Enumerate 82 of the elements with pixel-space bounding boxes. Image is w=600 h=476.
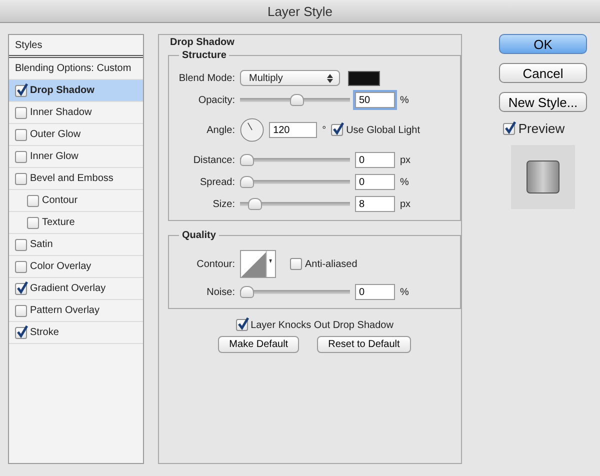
blend-mode-select[interactable]: Multiply [240, 70, 340, 86]
unit-label: % [400, 94, 410, 106]
checkbox[interactable] [15, 106, 27, 118]
default-button[interactable]: Make Default [218, 336, 300, 353]
number-field[interactable]: 0 [355, 152, 395, 168]
field-label: Contour: [196, 258, 235, 270]
angle-field[interactable]: 120 [269, 122, 318, 138]
field-label: Noise: [206, 286, 235, 298]
style-label: Stroke [30, 327, 59, 338]
field-label: Distance: [192, 154, 235, 166]
style-item[interactable]: Inner Shadow [9, 102, 143, 124]
checkbox-label: Layer Knocks Out Drop Shadow [250, 320, 394, 330]
style-item[interactable]: Bevel and Emboss [9, 168, 143, 190]
color-swatch[interactable] [348, 70, 380, 86]
checkbox-label: Preview [518, 121, 565, 136]
unit-label: px [400, 154, 412, 166]
field-label: Blend Mode: [178, 72, 235, 84]
style-item[interactable]: Inner Glow [9, 146, 143, 168]
dialog-button[interactable]: Cancel [499, 63, 587, 83]
unit-label: ° [322, 124, 326, 136]
style-item[interactable]: Satin [9, 234, 143, 256]
style-label: Drop Shadow [30, 85, 94, 96]
panel-header: Styles [9, 35, 143, 58]
group-title: Quality [179, 230, 219, 241]
checkbox[interactable] [290, 258, 302, 270]
checkbox[interactable] [503, 122, 516, 134]
style-label: Satin [30, 239, 53, 250]
slider-thumb[interactable] [248, 198, 262, 210]
style-item[interactable]: Pattern Overlay [9, 300, 143, 322]
checkbox[interactable] [27, 216, 39, 228]
unit-label: % [400, 176, 410, 188]
dialog-button[interactable]: OK [499, 34, 587, 54]
stepper-icon [327, 74, 333, 82]
number-field[interactable]: 8 [355, 196, 395, 212]
style-label: Color Overlay [30, 261, 92, 272]
group-title: Structure [179, 50, 230, 61]
checkbox[interactable] [15, 304, 27, 316]
checkbox[interactable] [15, 172, 27, 184]
style-label: Outer Glow [30, 129, 81, 140]
checkbox-label: Use Global Light [346, 124, 420, 136]
default-button[interactable]: Reset to Default [317, 336, 411, 353]
unit-label: % [400, 286, 410, 298]
checkbox[interactable] [15, 150, 27, 162]
checkbox[interactable] [15, 282, 27, 294]
style-label: Contour [42, 195, 78, 206]
slider-thumb[interactable] [290, 94, 304, 106]
style-label: Pattern Overlay [30, 305, 100, 316]
style-item[interactable]: Stroke [9, 322, 143, 344]
style-label: Texture [42, 217, 75, 228]
field-label: Angle: [206, 124, 235, 136]
slider-thumb[interactable] [240, 176, 254, 188]
dialog-button[interactable]: New Style... [499, 92, 587, 112]
unit-label: px [400, 198, 412, 210]
field-label: Size: [212, 198, 235, 210]
style-label: Inner Glow [30, 151, 78, 162]
checkbox[interactable] [15, 238, 27, 250]
style-label: Inner Shadow [30, 107, 92, 118]
style-item[interactable]: Contour [9, 190, 143, 212]
style-item[interactable]: Color Overlay [9, 256, 143, 278]
style-label: Gradient Overlay [30, 283, 106, 294]
slider-thumb[interactable] [240, 154, 254, 166]
style-item[interactable]: Gradient Overlay [9, 278, 143, 300]
checkbox[interactable] [15, 326, 27, 338]
style-item[interactable]: Texture [9, 212, 143, 234]
checkbox[interactable] [236, 319, 248, 331]
slider-thumb[interactable] [240, 286, 254, 298]
number-field[interactable]: 50 [355, 92, 395, 108]
style-item[interactable]: Outer Glow [9, 124, 143, 146]
preview-swatch-icon [526, 160, 560, 194]
checkbox[interactable] [331, 124, 344, 136]
field-label: Opacity: [197, 94, 235, 106]
style-item[interactable]: Drop Shadow [9, 80, 143, 102]
number-field[interactable]: 0 [355, 284, 395, 300]
checkbox[interactable] [27, 194, 39, 206]
checkbox-label: Anti-aliased [305, 258, 358, 270]
checkbox[interactable] [15, 260, 27, 272]
contour-picker[interactable] [240, 250, 276, 278]
number-field[interactable]: 0 [355, 174, 395, 190]
style-label: Bevel and Emboss [30, 173, 114, 184]
checkbox[interactable] [15, 84, 27, 96]
checkbox[interactable] [15, 128, 27, 140]
field-label: Spread: [198, 176, 235, 188]
